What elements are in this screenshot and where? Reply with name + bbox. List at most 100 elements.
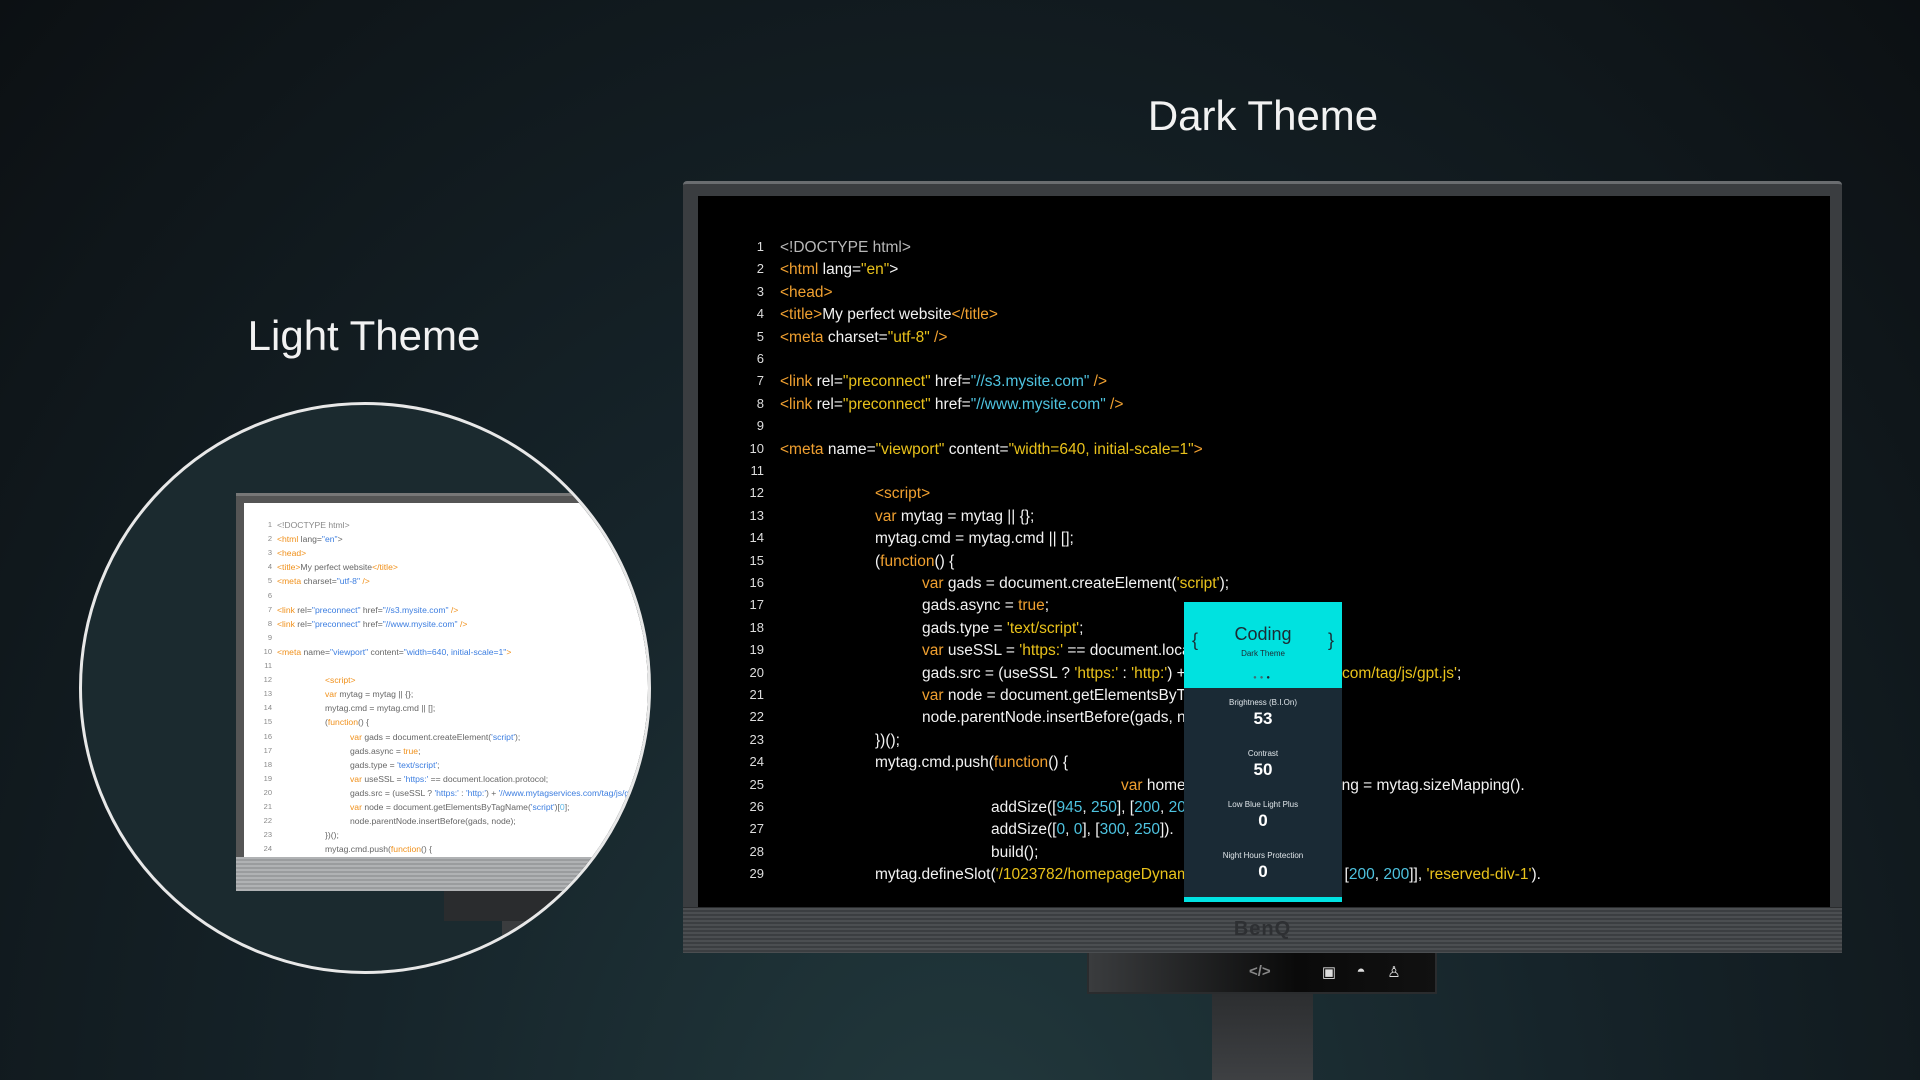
line-number: 22	[749, 709, 764, 725]
line-number: 23	[263, 830, 272, 840]
code-token: rel=	[812, 395, 843, 413]
line-number: 11	[750, 463, 765, 478]
code-token: "width=640, initial-scale=1"	[1008, 440, 1194, 458]
line-number: 14	[749, 530, 764, 546]
code-mode-icon[interactable]: </>	[1249, 963, 1271, 980]
code-token: >	[1193, 440, 1203, 458]
code-token: node = document.getElementsByTagName(	[361, 802, 531, 812]
eye-reader-icon[interactable]: ▣	[1319, 963, 1339, 981]
line-number: 7	[267, 604, 272, 614]
code-text: mytag.cmd.push(function() {	[875, 754, 1068, 772]
code-text: <title>My perfect website</title>	[780, 306, 998, 324]
code-text: gads.type = 'text/script';	[350, 760, 440, 770]
monitor-bezel: BenQ	[683, 907, 1842, 953]
code-token: <script>	[325, 675, 356, 686]
code-token: 200	[1383, 866, 1410, 884]
code-token: ,	[1065, 821, 1074, 839]
osd-setting[interactable]: Night Hours Protection 0	[1184, 841, 1342, 892]
code-token: "viewport"	[330, 646, 369, 657]
line-number: 22	[263, 816, 272, 826]
code-token: lang=	[818, 261, 862, 279]
line-number: 2	[267, 534, 272, 544]
line-number: 15	[749, 552, 764, 568]
osd-setting[interactable]: Low Blue Light Plus 0	[1184, 790, 1342, 841]
light-theme-preview: 1 <!DOCTYPE html> 2 <html lang="en"> 3 <head>…	[79, 402, 651, 974]
code-token: href=	[930, 373, 971, 391]
code-token: My perfect website	[300, 562, 373, 573]
code-token: "preconnect"	[311, 604, 361, 615]
osd-setting[interactable]: Contrast 50	[1184, 739, 1342, 790]
code-token: var	[922, 687, 944, 704]
code-token: == document.location.protocol;	[428, 773, 549, 784]
brightness-sensor-icon[interactable]: ◓	[1351, 963, 1371, 980]
code-token: <html	[780, 261, 819, 279]
line-number: 17	[263, 745, 272, 755]
code-text: <meta name="viewport" content="width=640…	[780, 441, 1203, 459]
code-token: 'text/script'	[1006, 619, 1080, 637]
code-token: <meta	[780, 328, 824, 346]
code-token: ;	[418, 745, 421, 756]
code-token: ]).	[1159, 821, 1174, 839]
code-text: node.parentNode.insertBefore(gads, node)…	[922, 709, 1221, 727]
code-token: >	[889, 261, 899, 279]
line-number: 5	[267, 576, 272, 586]
line-number: 23	[749, 731, 764, 747]
code-text: <link rel="preconnect" href="//s3.mysite…	[780, 373, 1107, 391]
code-token: node.parentNode.insertBefore(gads, node)…	[922, 709, 1222, 727]
osd-mode-header[interactable]: { Coding Dark Theme } ●●●	[1184, 602, 1342, 688]
code-token: 200	[1134, 799, 1160, 816]
code-token: var	[325, 689, 337, 700]
osd-next-mode[interactable]: }	[1328, 630, 1334, 651]
code-token: ], [	[1116, 799, 1135, 816]
code-text: var node = document.getElementsByTagName…	[350, 802, 569, 812]
code-token: 'reserved-div-1'	[1426, 866, 1532, 884]
page-dot: ●	[1266, 675, 1273, 681]
code-token: function	[993, 754, 1049, 772]
osd-setting[interactable]: Brightness (B.I.On) 53	[1184, 688, 1342, 739]
code-token: var	[875, 507, 897, 525]
code-token: ).	[1531, 866, 1541, 884]
code-token: <!DOCTYPE html>	[780, 239, 911, 256]
code-token: "en"	[321, 534, 338, 545]
code-token: <link	[780, 373, 813, 391]
code-token: mytag.cmd.push(	[325, 844, 391, 855]
code-token: mytag = mytag || {};	[336, 689, 414, 700]
code-token: <link	[780, 395, 813, 413]
line-number: 16	[749, 575, 764, 590]
code-token: gads.src = (useSSL ?	[922, 664, 1075, 682]
code-token: ]],	[1409, 866, 1427, 884]
code-token: "//www.mysite.com"	[382, 618, 458, 629]
line-number: 1	[267, 520, 272, 529]
line-number: 13	[263, 689, 272, 699]
night-mode-icon[interactable]: ♙	[1384, 963, 1404, 981]
hotkey-panel: </> ▣ ◓ ♙	[1087, 953, 1437, 994]
code-token: var	[350, 802, 362, 812]
code-token: />	[457, 618, 468, 629]
code-text: <html lang="en">	[277, 534, 343, 544]
code-text: <link rel="preconnect" href="//www.mysit…	[780, 396, 1123, 414]
code-token: addSize([	[991, 799, 1057, 816]
line-number: 21	[749, 687, 764, 702]
code-token: href=	[930, 395, 971, 413]
line-number: 9	[756, 418, 764, 434]
light-monitor-stand	[444, 891, 594, 921]
code-token: <title>	[277, 562, 301, 573]
osd-mode-title: Coding	[1234, 624, 1292, 644]
monitor-stand	[1212, 994, 1313, 1080]
line-number: 4	[267, 562, 272, 572]
line-number: 7	[756, 373, 764, 389]
code-token: rel=	[812, 373, 843, 391]
code-token: })();	[325, 830, 339, 841]
code-token: useSSL =	[943, 642, 1020, 660]
osd-setting-label: Contrast	[1247, 749, 1279, 758]
code-token: 250	[1134, 821, 1160, 839]
code-token: gads.type =	[922, 619, 1007, 637]
code-token: "//s3.mysite.com"	[382, 604, 449, 615]
code-token: name=	[301, 646, 331, 657]
code-token: ;	[1044, 597, 1050, 615]
line-number: 12	[749, 485, 764, 501]
code-text: <link rel="preconnect" href="//s3.mysite…	[277, 605, 458, 615]
dark-theme-heading: Dark Theme	[1147, 92, 1379, 139]
line-number: 6	[267, 590, 272, 600]
code-token: ) +	[485, 787, 499, 798]
